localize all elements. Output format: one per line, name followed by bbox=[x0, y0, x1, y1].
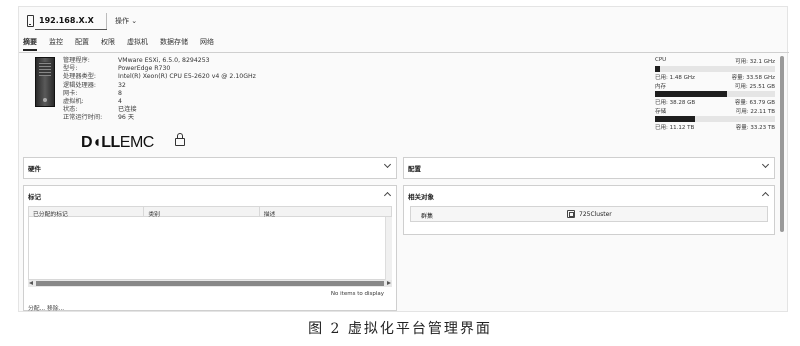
resource-used: 已用: 38.28 GB bbox=[655, 100, 696, 106]
resource-used: 已用: 11.12 TB bbox=[655, 125, 695, 131]
cluster-icon bbox=[567, 210, 575, 218]
info-label: 虚拟机: bbox=[63, 98, 84, 106]
figure-caption: 图 2 虚拟化平台管理界面 bbox=[308, 321, 492, 337]
tab-datastores[interactable]: 数据存储 bbox=[160, 37, 188, 51]
actions-menu-button[interactable]: 操作 ⌄ bbox=[115, 16, 137, 26]
info-value: Intel(R) Xeon(R) CPU E5-2620 v4 @ 2.10GH… bbox=[118, 73, 256, 81]
info-label: 正常运行时间: bbox=[63, 114, 103, 122]
resource-storage: 存储 可用: 22.11 TB 已用: 11.12 TB 容量: 33.23 TB bbox=[655, 107, 775, 131]
tab-permissions[interactable]: 权限 bbox=[101, 37, 115, 51]
info-label: 网卡: bbox=[63, 89, 78, 97]
resource-bar-fill bbox=[655, 66, 661, 72]
resource-capacity: 容量: 63.79 GB bbox=[734, 100, 775, 106]
info-value: 4 bbox=[118, 98, 122, 106]
info-row-uptime: 正常运行时间: 96 天 bbox=[63, 114, 256, 122]
resource-memory: 内存 可用: 25.51 GB 已用: 38.28 GB 容量: 63.79 GB bbox=[655, 82, 775, 106]
scroll-left-arrow-icon[interactable] bbox=[29, 281, 33, 285]
tag-actions[interactable]: 分配... 移除... bbox=[28, 303, 64, 312]
lock-icon bbox=[175, 133, 185, 146]
resource-free: 可用: 22.11 TB bbox=[735, 109, 775, 115]
related-object-key: 群集 bbox=[421, 213, 434, 220]
column-header-description[interactable]: 描述 bbox=[260, 207, 391, 218]
host-underline bbox=[35, 29, 107, 30]
info-row-vms: 虚拟机: 4 bbox=[63, 98, 256, 106]
config-panel[interactable]: 配置 bbox=[403, 157, 775, 179]
tab-monitor[interactable]: 监控 bbox=[49, 37, 63, 51]
resource-capacity: 容量: 33.58 GHz bbox=[731, 75, 775, 81]
panel-title: 相关对象 bbox=[408, 193, 434, 201]
host-info-list: 管理程序: VMware ESXi, 6.5.0, 8294253 型号: Powe… bbox=[63, 57, 256, 123]
panel-title: 配置 bbox=[408, 165, 421, 173]
host-icon bbox=[27, 15, 34, 27]
hardware-panel[interactable]: 硬件 bbox=[23, 157, 397, 179]
resource-name: 内存 bbox=[655, 84, 667, 90]
resource-capacity: 容量: 33.23 TB bbox=[735, 125, 775, 131]
column-header-assigned-tag[interactable]: 已分配的标记 bbox=[29, 207, 145, 218]
page-header: 192.168.X.X 操作 ⌄ bbox=[19, 7, 789, 35]
vertical-scrollbar[interactable] bbox=[385, 217, 392, 280]
info-label: 处理器类型: bbox=[63, 73, 97, 81]
vsphere-host-summary-screenshot: 192.168.X.X 操作 ⌄ 摘要 监控 配置 权限 虚拟机 数据存储 网络… bbox=[18, 6, 789, 312]
resource-name: 存储 bbox=[655, 109, 667, 115]
tags-table-body bbox=[28, 217, 392, 280]
tabs-divider bbox=[19, 52, 789, 53]
info-value: 96 天 bbox=[118, 114, 135, 122]
cluster-link[interactable]: 725Cluster bbox=[579, 211, 612, 218]
resource-bar bbox=[655, 91, 775, 97]
tags-table-header: 已分配的标记 类别 描述 bbox=[28, 206, 392, 218]
resource-bar-fill bbox=[655, 91, 727, 97]
resource-free: 可用: 25.51 GB bbox=[734, 84, 775, 90]
resource-bar bbox=[655, 116, 775, 122]
resource-free: 可用: 32.1 GHz bbox=[735, 59, 775, 65]
resource-cpu: CPU 可用: 32.1 GHz 已用: 1.48 GHz 容量: 33.58 GH… bbox=[655, 57, 775, 81]
host-name: 192.168.X.X bbox=[39, 16, 94, 25]
scroll-thumb[interactable] bbox=[36, 281, 384, 286]
info-value: 已连接 bbox=[118, 106, 137, 114]
related-objects-panel: 相关对象 群集 725Cluster bbox=[403, 185, 775, 235]
resource-bar bbox=[655, 66, 775, 72]
dell-emc-logo: D◖LLEMC bbox=[81, 134, 154, 151]
info-value: VMware ESXi, 6.5.0, 8294253 bbox=[118, 57, 210, 64]
tab-bar: 摘要 监控 配置 权限 虚拟机 数据存储 网络 bbox=[23, 37, 226, 51]
empty-table-message: No items to display bbox=[330, 291, 384, 297]
resource-bar-fill bbox=[655, 116, 696, 122]
info-row-logical-processors: 逻辑处理器: 32 bbox=[63, 82, 256, 90]
info-row-nics: 网卡: 8 bbox=[63, 90, 256, 98]
tab-networks[interactable]: 网络 bbox=[200, 37, 214, 51]
panel-title: 标记 bbox=[28, 193, 41, 201]
chevron-down-icon[interactable] bbox=[383, 160, 392, 169]
info-row-hypervisor: 管理程序: VMware ESXi, 6.5.0, 8294253 bbox=[63, 57, 256, 65]
info-label: 逻辑处理器: bbox=[63, 81, 97, 89]
resource-used: 已用: 1.48 GHz bbox=[655, 75, 695, 81]
related-object-row[interactable]: 群集 725Cluster bbox=[410, 206, 768, 222]
server-image bbox=[35, 57, 55, 107]
info-row-processor-type: 处理器类型: Intel(R) Xeon(R) CPU E5-2620 v4 @ … bbox=[63, 73, 256, 81]
page-scrollbar[interactable] bbox=[780, 56, 784, 232]
horizontal-scrollbar[interactable] bbox=[28, 280, 392, 287]
tab-summary[interactable]: 摘要 bbox=[23, 37, 37, 51]
chevron-up-icon[interactable] bbox=[761, 191, 770, 200]
tab-vms[interactable]: 虚拟机 bbox=[127, 37, 148, 51]
resource-name: CPU bbox=[655, 57, 667, 63]
chevron-up-icon[interactable] bbox=[383, 191, 392, 200]
info-value: 8 bbox=[118, 89, 122, 97]
info-label: 管理程序: bbox=[63, 57, 90, 64]
scroll-right-arrow-icon[interactable] bbox=[387, 281, 391, 285]
tags-panel: 标记 已分配的标记 类别 描述 No items to display 分配..… bbox=[23, 185, 397, 312]
tab-configure[interactable]: 配置 bbox=[75, 37, 89, 51]
header-divider bbox=[106, 13, 107, 29]
panel-title: 硬件 bbox=[28, 165, 41, 173]
chevron-down-icon[interactable] bbox=[761, 160, 770, 169]
column-header-category[interactable]: 类别 bbox=[144, 207, 260, 218]
info-value: 32 bbox=[118, 81, 126, 89]
